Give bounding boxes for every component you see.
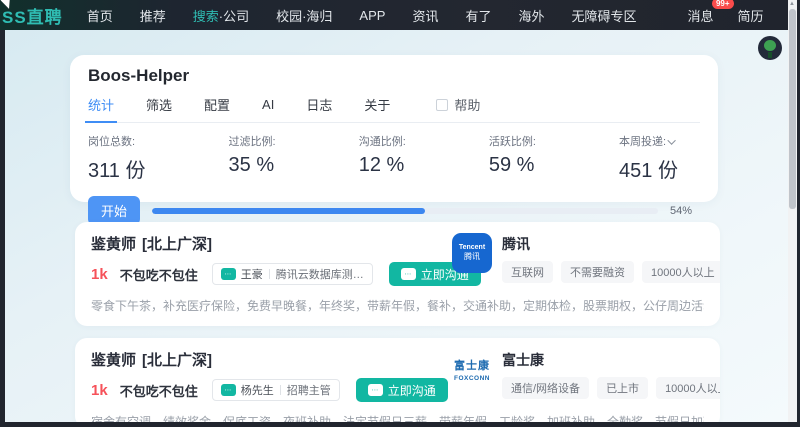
progress-percent: 54%	[670, 204, 693, 217]
company-tag: 不需要融资	[561, 261, 634, 283]
stat-weekly-sent: 本周投递: 451 份	[619, 136, 678, 182]
start-button[interactable]: 开始	[88, 196, 141, 225]
company-tag: 10000人以上	[642, 261, 720, 283]
tree-trunk	[768, 52, 772, 58]
recruiter-name: 王豪	[240, 269, 263, 281]
tab-config[interactable]: 配置	[204, 95, 230, 114]
company-tags: 通信/网络设备 已上市 10000人以上	[502, 377, 720, 399]
scroll-up-icon[interactable]: ▲	[789, 1, 795, 7]
job-city: [北上广深]	[142, 236, 213, 253]
tab-log[interactable]: 日志	[306, 95, 332, 114]
nav-item-accessibility[interactable]: 无障碍专区	[571, 6, 636, 25]
company-tag: 已上市	[597, 377, 649, 399]
recruiter-chip[interactable]: ⋯ 王豪 腾讯云数据库测…	[211, 263, 373, 285]
nav-right-group: 消息99+ 简历 牛马	[664, 0, 800, 26]
company-tag: 互联网	[502, 261, 553, 283]
chip-divider	[268, 269, 270, 279]
stat-filter-ratio: 过滤比例: 35 %	[228, 136, 276, 176]
help-checkbox[interactable]	[436, 98, 449, 111]
progress-fill	[152, 207, 426, 214]
nav-company-label: ·公司	[218, 8, 250, 24]
job-card: 鉴黄师 [北上广深] 1k 不包吃不包住 ⋯ 杨先生 招聘主管 ⋯ 立即沟通 富士康…	[75, 338, 720, 427]
recruiter-name: 杨先生	[240, 385, 274, 397]
nav-item-overseas[interactable]: 海外	[518, 6, 544, 25]
company-name[interactable]: 腾讯	[502, 234, 720, 254]
tab-stats[interactable]: 统计	[84, 95, 118, 123]
stat-chat-ratio: 沟通比例: 12 %	[358, 136, 406, 176]
job-city: [北上广深]	[142, 352, 213, 369]
chat-bubble-icon: ⋯	[367, 384, 383, 396]
help-label: 帮助	[454, 98, 481, 113]
job-name: 鉴黄师	[91, 236, 137, 253]
recruiter-role: 招聘主管	[286, 385, 331, 397]
stat-total-jobs: 岗位总数: 311 份	[88, 136, 146, 182]
nav-item-home[interactable]: 首页	[87, 6, 113, 25]
window-edge-bottom	[0, 422, 800, 427]
company-logo: Tencent 腾讯	[452, 233, 492, 273]
scrollbar-thumb[interactable]	[789, 9, 796, 209]
chat-bubble-icon: ⋯	[400, 268, 416, 280]
chat-bubble-icon: ⋯	[220, 268, 236, 280]
job-card: 鉴黄师 [北上广深] 1k 不包吃不包住 ⋯ 王豪 腾讯云数据库测… ⋯ 立即沟通 …	[75, 222, 720, 326]
progress-bar	[152, 207, 658, 214]
company-tag: 通信/网络设备	[502, 377, 590, 399]
salary-text: 1k	[91, 381, 108, 399]
nav-item-news[interactable]: 资讯	[412, 6, 438, 25]
controls-row: 开始 54%	[88, 196, 700, 225]
window-edge-left	[0, 30, 5, 427]
chevron-down-icon[interactable]	[667, 136, 676, 145]
messages-label: 消息	[687, 8, 714, 24]
job-requirement: 不包吃不包住	[119, 383, 198, 399]
nav-item-messages[interactable]: 消息 99+	[687, 0, 734, 25]
company-logo: 富士康 FOXCONN	[454, 359, 490, 382]
browser-window: SS直聘 首页 推荐 搜索·公司 校园·海归 APP 资讯 有了 海外 无障碍专…	[0, 0, 800, 427]
recruiter-chip[interactable]: ⋯ 杨先生 招聘主管	[211, 379, 340, 401]
tab-bar: 统计 筛选 配置 AI 日志 关于 帮助	[84, 95, 700, 123]
chip-divider	[279, 385, 281, 395]
top-navbar: SS直聘 首页 推荐 搜索·公司 校园·海归 APP 资讯 有了 海外 无障碍专…	[0, 0, 800, 30]
salary-text: 1k	[91, 265, 108, 283]
company-tags: 互联网 不需要融资 10000人以上	[502, 261, 720, 283]
job-name: 鉴黄师	[91, 352, 137, 369]
nav-item-campus[interactable]: 校园·海归	[276, 6, 332, 25]
nav-item-search-company[interactable]: 搜索·公司	[193, 6, 249, 25]
company-tag: 10000人以上	[656, 377, 720, 399]
nav-item-recommend[interactable]: 推荐	[140, 6, 166, 25]
tab-filter[interactable]: 筛选	[146, 95, 172, 114]
page-background: Boos-Helper 统计 筛选 配置 AI 日志 关于 帮助 岗位总数: 3…	[0, 30, 800, 427]
job-benefits: 零食下午茶，补充医疗保险，免费早晚餐，年终奖，带薪年假，餐补，交通补助，定期体检…	[91, 299, 704, 313]
help-toggle[interactable]: 帮助	[436, 95, 480, 114]
chat-bubble-icon: ⋯	[220, 384, 236, 396]
nav-item-resume[interactable]: 简历	[738, 6, 764, 25]
chat-now-button[interactable]: ⋯ 立即沟通	[355, 378, 448, 402]
nav-search-label: 搜索	[192, 8, 219, 24]
nav-item-youle[interactable]: 有了	[465, 6, 491, 25]
message-count-badge: 99+	[711, 0, 734, 9]
weekly-sent-label: 本周投递:	[619, 136, 667, 148]
company-block: Tencent 腾讯 腾讯 互联网 不需要融资 10000人以上	[452, 233, 720, 283]
nav-menu: 首页 推荐 搜索·公司 校园·海归 APP 资讯 有了 海外 无障碍专区	[87, 6, 664, 25]
recruiter-role: 腾讯云数据库测…	[275, 269, 364, 281]
tree-icon	[764, 40, 776, 51]
extension-avatar[interactable]	[758, 36, 782, 60]
vertical-scrollbar[interactable]: ▲	[788, 0, 797, 422]
stat-active-ratio: 活跃比例: 59 %	[488, 136, 536, 176]
nav-item-app[interactable]: APP	[359, 8, 385, 23]
chat-now-label: 立即沟通	[387, 383, 436, 398]
panel-title: Boos-Helper	[88, 66, 190, 85]
tab-about[interactable]: 关于	[364, 95, 390, 114]
helper-panel: Boos-Helper 统计 筛选 配置 AI 日志 关于 帮助 岗位总数: 3…	[70, 55, 718, 225]
job-requirement: 不包吃不包住	[119, 267, 198, 283]
company-block: 富士康FOXCONN 富士康 通信/网络设备 已上市 10000人以上	[452, 349, 720, 399]
company-name[interactable]: 富士康	[502, 350, 720, 370]
stats-row: 岗位总数: 311 份 过滤比例: 35 % 沟通比例: 12 % 活跃比例: …	[88, 133, 700, 183]
tab-ai[interactable]: AI	[262, 97, 274, 112]
